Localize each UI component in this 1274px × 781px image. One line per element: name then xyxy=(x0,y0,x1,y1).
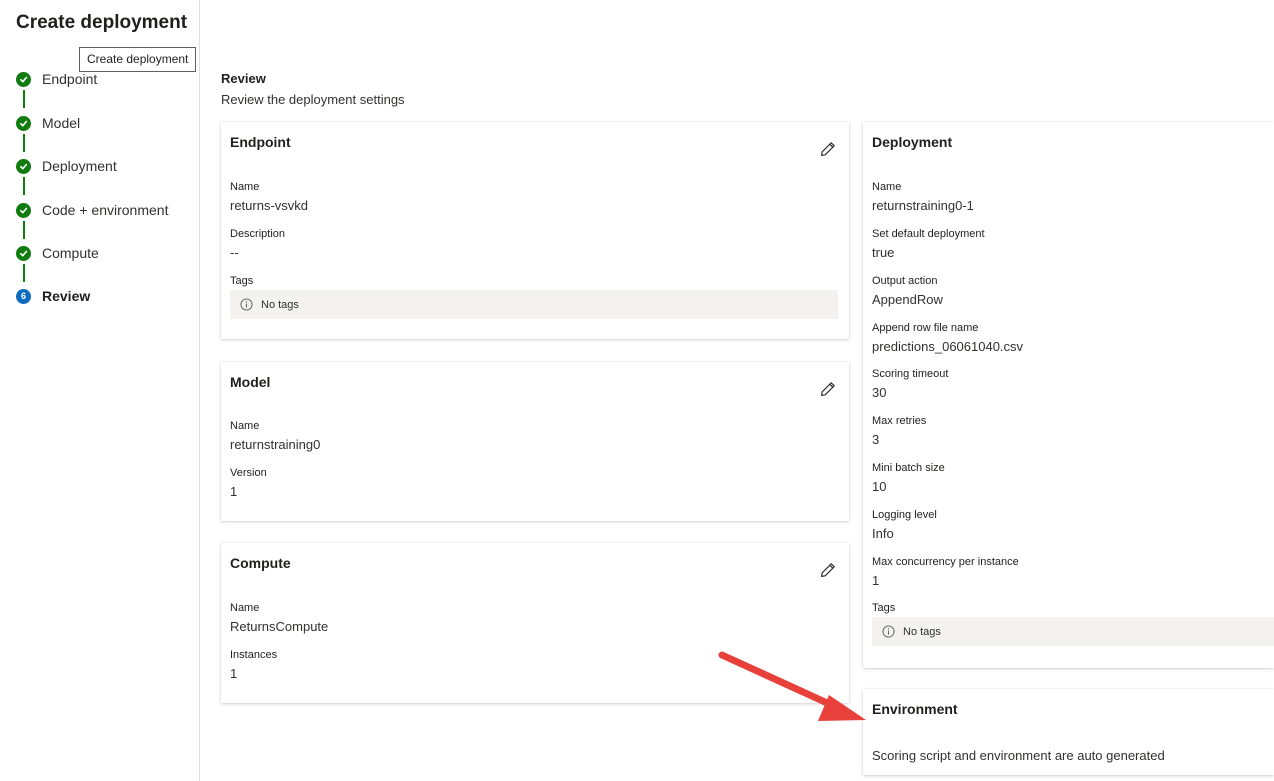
field-value: 1 xyxy=(872,573,880,588)
step-model[interactable]: Model xyxy=(16,113,80,133)
field-label: Name xyxy=(230,181,260,193)
field-value: 1 xyxy=(230,666,238,681)
info-icon xyxy=(240,298,253,311)
step-label: Endpoint xyxy=(42,71,98,87)
field-value: true xyxy=(872,245,895,260)
card-title: Deployment xyxy=(872,134,953,150)
field-label: Name xyxy=(230,602,260,614)
card-title: Compute xyxy=(230,555,291,571)
environment-card: Environment Scoring script and environme… xyxy=(863,689,1274,775)
tags-value: No tags xyxy=(903,625,941,638)
card-title: Environment xyxy=(872,701,958,717)
deployment-card: Deployment Name returnstraining0-1 Set d… xyxy=(863,122,1274,668)
field-label: Mini batch size xyxy=(872,462,945,474)
field-value: -- xyxy=(230,245,239,260)
field-label: Name xyxy=(230,420,260,432)
field-label: Append row file name xyxy=(872,322,979,334)
check-circle-icon xyxy=(16,202,31,218)
field-value: 30 xyxy=(872,385,887,400)
field-value: 10 xyxy=(872,479,887,494)
edit-endpoint-button[interactable] xyxy=(819,140,837,158)
info-icon xyxy=(882,625,895,638)
step-review[interactable]: 6 Review xyxy=(16,286,90,306)
field-label: Output action xyxy=(872,275,938,287)
step-deployment[interactable]: Deployment xyxy=(16,156,117,176)
field-value: returnstraining0 xyxy=(230,437,321,452)
field-value: 3 xyxy=(872,432,880,447)
field-label: Description xyxy=(230,228,286,240)
step-connector xyxy=(23,177,25,195)
wizard-steps-sidebar: Endpoint Model Deployment Code + environ… xyxy=(0,0,200,781)
compute-card: Compute Name ReturnsCompute Instances 1 xyxy=(221,543,849,703)
step-label: Compute xyxy=(42,245,99,261)
field-label: Set default deployment xyxy=(872,228,985,240)
card-title: Endpoint xyxy=(230,134,291,150)
field-label: Instances xyxy=(230,649,278,661)
field-value: returns-vsvkd xyxy=(230,198,309,213)
field-value: ReturnsCompute xyxy=(230,619,329,634)
field-value: 1 xyxy=(230,484,238,499)
edit-model-button[interactable] xyxy=(819,380,837,398)
step-code-environment[interactable]: Code + environment xyxy=(16,200,168,220)
section-title: Review xyxy=(221,71,266,86)
step-label: Review xyxy=(42,288,91,304)
step-label: Model xyxy=(42,115,81,131)
check-circle-icon xyxy=(16,115,31,131)
tooltip: Create deployment xyxy=(79,47,197,72)
environment-description: Scoring script and environment are auto … xyxy=(872,748,1165,763)
tags-box: No tags xyxy=(230,290,838,319)
field-label: Scoring timeout xyxy=(872,368,949,380)
step-label: Deployment xyxy=(42,158,117,174)
pencil-icon xyxy=(821,382,835,396)
field-label: Name xyxy=(872,181,902,193)
field-value: returnstraining0-1 xyxy=(872,198,974,213)
field-value: AppendRow xyxy=(872,292,943,307)
endpoint-card: Endpoint Name returns-vsvkd Description … xyxy=(221,122,849,339)
pencil-icon xyxy=(821,142,835,156)
section-subtitle: Review the deployment settings xyxy=(221,92,405,107)
field-label: Tags xyxy=(230,275,254,287)
edit-compute-button[interactable] xyxy=(819,561,837,579)
field-label: Tags xyxy=(872,602,896,614)
step-connector xyxy=(23,264,25,282)
field-label: Logging level xyxy=(872,509,937,521)
check-circle-icon xyxy=(16,158,31,174)
step-connector xyxy=(23,90,25,108)
field-label: Max retries xyxy=(872,415,927,427)
tags-value: No tags xyxy=(261,298,299,311)
step-label: Code + environment xyxy=(42,202,169,218)
field-label: Max concurrency per instance xyxy=(872,556,1019,568)
model-card: Model Name returnstraining0 Version 1 xyxy=(221,362,849,521)
step-number-icon: 6 xyxy=(16,288,31,304)
check-circle-icon xyxy=(16,245,31,261)
step-connector xyxy=(23,221,25,239)
field-value: Info xyxy=(872,526,894,541)
step-connector xyxy=(23,134,25,152)
check-circle-icon xyxy=(16,71,31,87)
pencil-icon xyxy=(821,563,835,577)
card-title: Model xyxy=(230,374,271,390)
step-compute[interactable]: Compute xyxy=(16,243,99,263)
step-endpoint[interactable]: Endpoint xyxy=(16,69,97,89)
field-label: Version xyxy=(230,467,267,479)
tags-box: No tags xyxy=(872,617,1274,646)
field-value: predictions_06061040.csv xyxy=(872,339,1024,354)
